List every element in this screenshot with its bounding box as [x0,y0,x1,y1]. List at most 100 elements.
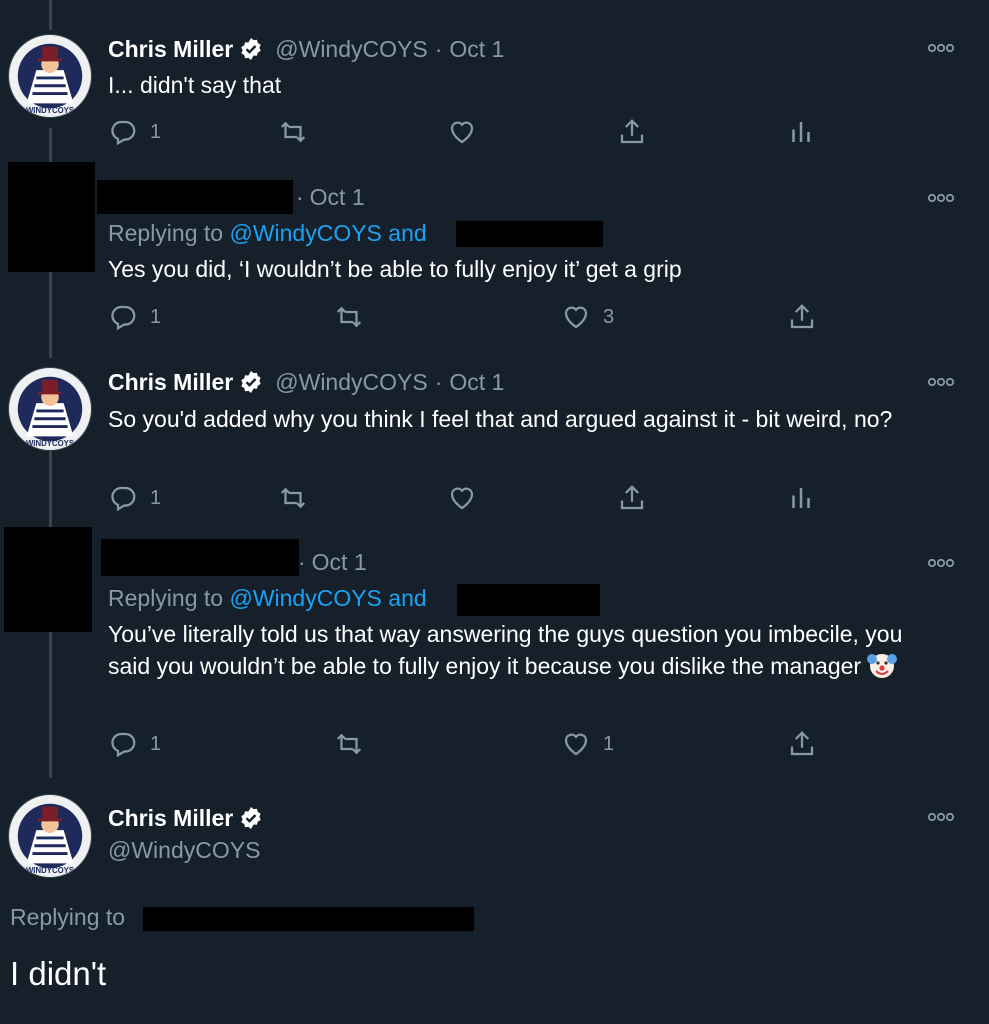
author-name[interactable]: Chris Miller [108,36,233,63]
analytics-icon [792,122,810,142]
retweet-icon [280,487,306,509]
replying-to: Replying to [10,904,125,931]
like-icon [564,733,588,756]
share-button[interactable] [787,729,817,759]
tweet-header: Chris Miller @WindyCOYS · Oct 1 [108,367,504,397]
verified-badge-icon [241,38,261,60]
redacted-avatar [8,162,95,272]
tweet-actions: 1 [108,117,828,149]
reply-count: 1 [150,305,162,328]
reply-count: 1 [150,732,162,755]
avatar[interactable]: WINDYCOYS [8,34,92,118]
avatar[interactable]: WINDYCOYS [8,367,92,451]
separator-dot: · [434,35,443,62]
reply-icon [111,305,136,331]
share-icon [790,304,814,329]
redacted-mention [143,907,474,931]
reply-button[interactable]: 1 [108,302,161,332]
share-icon [790,731,814,756]
tweet-date[interactable]: Oct 1 [449,369,504,396]
retweet-icon [280,121,306,143]
replying-mentions[interactable]: @WindyCOYS and [229,585,426,611]
analytics-button[interactable] [786,483,816,513]
redacted-name [101,539,299,576]
tweet-actions: 1 1 [108,729,828,761]
replying-label: Replying to [108,585,224,611]
retweet-icon [336,733,362,755]
separator-dot: · [298,549,306,575]
like-button[interactable]: 1 [561,729,614,759]
svg-text:WINDYCOYS: WINDYCOYS [26,866,74,875]
tweet-date-row: · Oct 1 [298,549,367,576]
like-icon [450,121,474,144]
focused-tweet-text: I didn't [10,955,107,992]
more-options-icon[interactable] [927,43,955,53]
author-handle[interactable]: @WindyCOYS [275,369,427,396]
tweet-date[interactable]: Oct 1 [449,36,504,63]
tweet-text: I... didn't say that [108,72,282,98]
retweet-button[interactable] [334,302,364,332]
analytics-button[interactable] [786,117,816,147]
retweet-icon [336,306,362,328]
separator-dot: · [434,368,443,395]
retweet-button[interactable] [278,483,308,513]
replying-label: Replying to [108,220,224,246]
separator-dot: · [296,184,304,210]
author-name[interactable]: Chris Miller [108,369,233,396]
tweet-date-row: · Oct 1 [296,184,365,211]
reply-count: 1 [150,120,162,143]
more-options-icon[interactable] [927,193,955,203]
tweet-text: So you'd added why you think I feel that… [108,406,893,432]
like-icon [564,306,588,329]
share-button[interactable] [617,483,647,513]
svg-text:WINDYCOYS: WINDYCOYS [26,439,74,448]
replying-to: Replying to @WindyCOYS and [108,585,427,612]
tweet-date[interactable]: Oct 1 [310,184,365,210]
like-count: 3 [603,305,615,328]
tweet-date[interactable]: Oct 1 [312,549,367,575]
more-options-icon[interactable] [927,558,955,568]
reply-icon [111,486,136,512]
reply-icon [111,120,136,146]
tweet-header: Chris Miller @WindyCOYS · Oct 1 [108,34,504,64]
more-options-icon[interactable] [927,377,955,387]
thread-line [49,0,52,30]
reply-icon [111,732,136,758]
replying-to: Replying to @WindyCOYS and [108,220,427,247]
redacted-mention [456,221,603,247]
redacted-avatar [4,527,92,632]
reply-button[interactable]: 1 [108,117,161,147]
retweet-button[interactable] [334,729,364,759]
author-handle[interactable]: @WindyCOYS [275,36,427,63]
avatar[interactable]: WINDYCOYS [8,794,92,878]
like-button[interactable]: 3 [561,302,614,332]
verified-badge-icon [241,371,261,393]
verified-badge-icon [241,807,261,829]
tweet-actions: 1 [108,483,828,515]
reply-button[interactable]: 1 [108,729,161,759]
replying-mentions[interactable]: @WindyCOYS and [229,220,426,246]
clown-face-emoji [867,654,898,678]
tweet-text-content: You’ve literally told us that way answer… [108,621,903,679]
share-icon [620,119,644,144]
focused-tweet-header: Chris Miller [108,803,275,833]
reply-count: 1 [150,486,162,509]
redacted-name [97,180,293,214]
like-icon [450,487,474,510]
retweet-button[interactable] [278,117,308,147]
reply-button[interactable]: 1 [108,483,161,513]
like-count: 1 [603,732,615,755]
analytics-icon [792,488,810,508]
share-button[interactable] [787,302,817,332]
author-handle[interactable]: @WindyCOYS [108,837,260,864]
tweet-text: Yes you did, ‘I wouldn’t be able to full… [108,256,682,282]
author-name[interactable]: Chris Miller [108,805,233,832]
tweet-text: You’ve literally told us that way answer… [108,619,928,682]
like-button[interactable] [447,483,477,513]
replying-label: Replying to [10,904,126,930]
more-options-icon[interactable] [927,812,955,822]
redacted-mention [457,584,600,616]
share-button[interactable] [617,117,647,147]
like-button[interactable] [447,117,477,147]
svg-text:WINDYCOYS: WINDYCOYS [26,106,74,115]
